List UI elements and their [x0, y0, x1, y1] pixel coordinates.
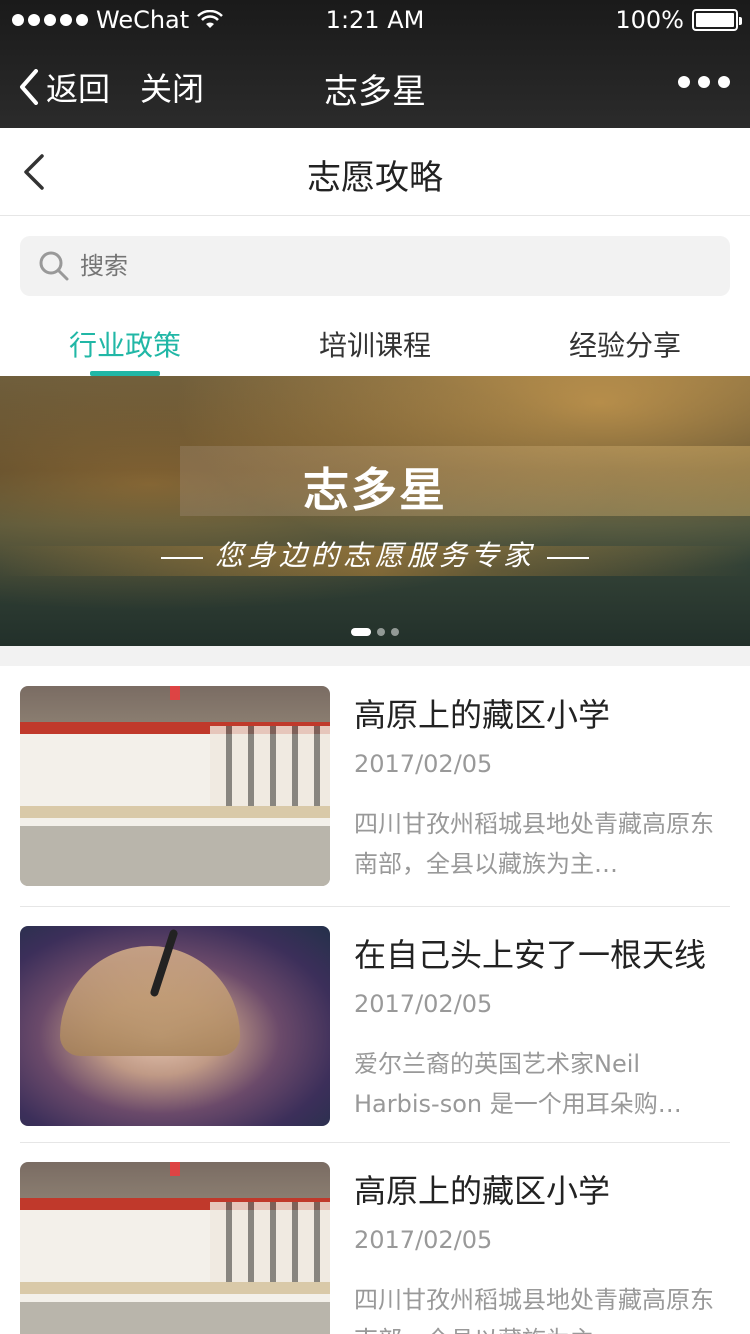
page-title: 志愿攻略 [307, 158, 443, 198]
article-summary: 爱尔兰裔的英国艺术家Neil Harbis-son 是一个用耳朵购… [354, 1050, 682, 1118]
article-title: 高原上的藏区小学 [354, 696, 611, 734]
status-right: 100% [615, 6, 742, 34]
portrait-hair [60, 946, 240, 1056]
search-input[interactable] [80, 236, 680, 296]
article-date: 2017/02/05 [354, 1226, 493, 1254]
category-tabs: 行业政策 培训课程 经验分享 [0, 306, 750, 376]
wechat-header: WeChat 1:21 AM 100% 返回 关闭 志多星 [0, 0, 750, 128]
article-title: 高原上的藏区小学 [354, 1172, 611, 1210]
schoolyard [20, 826, 330, 886]
battery-percent: 100% [615, 6, 684, 34]
carousel-dot-active[interactable] [351, 628, 371, 636]
list-item[interactable]: 高原上的藏区小学 2017/02/05 四川甘孜州稻城县地处青藏高原东南部，全县… [20, 1142, 730, 1334]
article-thumbnail [20, 926, 330, 1126]
carousel-dot[interactable] [391, 628, 399, 636]
banner-subtitle-row: 您身边的志愿服务专家 [0, 534, 750, 574]
more-icon[interactable] [678, 76, 730, 88]
section-gap [0, 646, 750, 666]
carousel-dot[interactable] [377, 628, 385, 636]
wechat-title: 志多星 [324, 72, 426, 112]
page-header: 志愿攻略 [0, 128, 750, 216]
battery-icon [692, 9, 742, 31]
article-thumbnail [20, 686, 330, 886]
tab-training-courses[interactable]: 培训课程 [250, 306, 500, 376]
banner-divider-left [160, 556, 203, 559]
search-icon [39, 251, 69, 281]
banner-divider-right [547, 556, 589, 559]
wechat-nav: 返回 关闭 志多星 [0, 40, 750, 128]
flag-icon [170, 686, 180, 700]
article-date: 2017/02/05 [354, 990, 493, 1018]
search-bar[interactable] [20, 236, 730, 296]
building-wing [210, 1202, 330, 1282]
article-thumbnail [20, 1162, 330, 1334]
banner-carousel[interactable]: 志多星 您身边的志愿服务专家 [0, 376, 750, 646]
schoolyard [20, 1302, 330, 1334]
banner-subtitle: 您身边的志愿服务专家 [214, 539, 535, 572]
status-bar: WeChat 1:21 AM 100% [0, 0, 750, 40]
list-item[interactable]: 高原上的藏区小学 2017/02/05 四川甘孜州稻城县地处青藏高原东南部，全县… [20, 666, 730, 886]
building-wing [210, 726, 330, 806]
article-title: 在自己头上安了一根天线 [354, 936, 707, 974]
carousel-indicators [0, 628, 750, 636]
list-item[interactable]: 在自己头上安了一根天线 2017/02/05 爱尔兰裔的英国艺术家Neil Ha… [20, 906, 730, 1126]
tab-industry-policy[interactable]: 行业政策 [0, 306, 250, 376]
tab-experience-sharing[interactable]: 经验分享 [500, 306, 750, 376]
article-summary: 四川甘孜州稻城县地处青藏高原东南部，全县以藏族为主… [354, 810, 714, 878]
article-date: 2017/02/05 [354, 750, 493, 778]
flag-icon [170, 1162, 180, 1176]
article-summary: 四川甘孜州稻城县地处青藏高原东南部，全县以藏族为主… [354, 1286, 714, 1334]
banner-title: 志多星 [303, 463, 447, 517]
